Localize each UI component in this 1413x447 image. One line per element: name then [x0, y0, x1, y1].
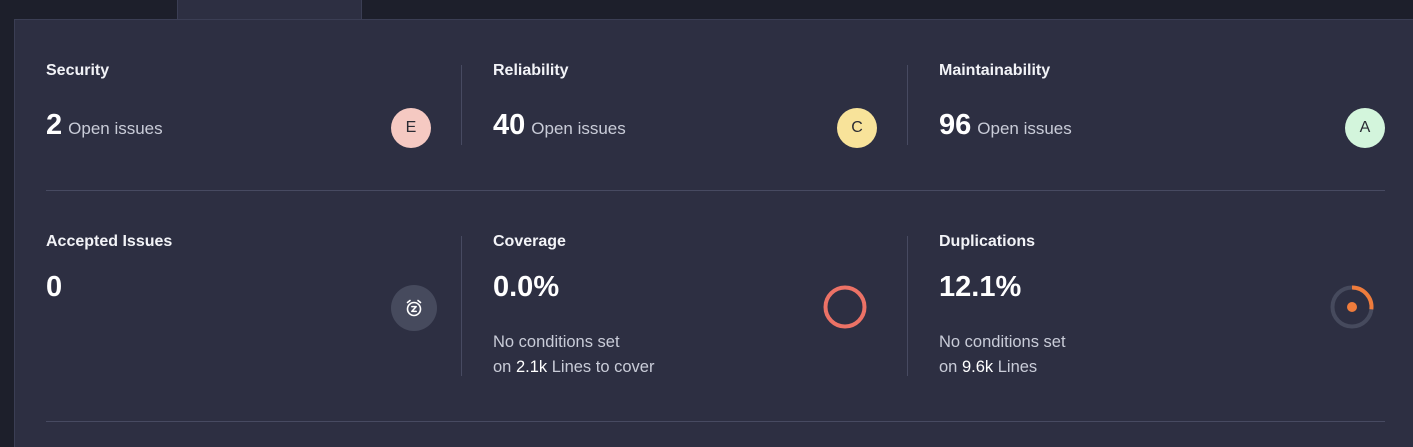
maintainability-label: Open issues	[977, 119, 1072, 138]
reliability-grade-badge[interactable]: C	[837, 108, 877, 148]
divider	[907, 65, 908, 145]
divider	[461, 65, 462, 145]
duplications-conditions: No conditions set	[939, 333, 1066, 351]
duplications-lines-line: on 9.6k Lines	[939, 355, 1037, 380]
accepted-issues-title: Accepted Issues	[46, 233, 173, 250]
reliability-count[interactable]: 40	[493, 109, 525, 141]
coverage-suffix: Lines to cover	[551, 358, 655, 376]
maintainability-title: Maintainability	[939, 62, 1051, 79]
coverage-lines-amount[interactable]: 2.1k	[516, 358, 547, 376]
reliability-card[interactable]: Reliability 40 Open issues C	[493, 62, 883, 152]
maintainability-count[interactable]: 96	[939, 109, 971, 141]
divider	[907, 236, 908, 376]
reliability-count-line[interactable]: 40 Open issues	[493, 109, 626, 142]
coverage-lines-line: on 2.1k Lines to cover	[493, 355, 654, 380]
duplications-suffix: Lines	[997, 358, 1038, 376]
security-card[interactable]: Security 2 Open issues E	[46, 62, 436, 152]
active-tab[interactable]	[177, 0, 362, 21]
coverage-card[interactable]: Coverage 0.0% No conditions set on 2.1k …	[493, 233, 883, 383]
maintainability-grade-badge[interactable]: A	[1345, 108, 1385, 148]
duplications-value[interactable]: 12.1%	[939, 271, 1021, 304]
accepted-issues-value[interactable]: 0	[46, 271, 62, 304]
row-divider	[46, 421, 1385, 422]
duplications-lines-amount[interactable]: 9.6k	[962, 358, 993, 376]
alarm-snooze-icon	[406, 299, 422, 317]
coverage-prefix: on	[493, 358, 512, 376]
row-divider	[46, 190, 1385, 191]
maintainability-count-line[interactable]: 96 Open issues	[939, 109, 1072, 142]
security-label: Open issues	[68, 119, 163, 138]
security-grade-badge[interactable]: E	[391, 108, 431, 148]
coverage-conditions: No conditions set	[493, 333, 620, 351]
security-title: Security	[46, 62, 110, 79]
coverage-title: Coverage	[493, 233, 566, 250]
divider	[461, 236, 462, 376]
security-count[interactable]: 2	[46, 109, 62, 141]
coverage-donut-chart[interactable]	[821, 283, 869, 331]
accepted-issues-card[interactable]: Accepted Issues 0	[46, 233, 441, 383]
reliability-title: Reliability	[493, 62, 569, 79]
duplications-title: Duplications	[939, 233, 1036, 250]
accepted-issues-icon-button[interactable]	[391, 285, 437, 331]
duplications-center-dot	[1347, 302, 1357, 312]
duplications-card[interactable]: Duplications 12.1% No conditions set on …	[939, 233, 1389, 383]
duplications-donut-chart[interactable]	[1328, 283, 1376, 331]
security-count-line[interactable]: 2 Open issues	[46, 109, 163, 142]
maintainability-card[interactable]: Maintainability 96 Open issues A	[939, 62, 1389, 152]
reliability-label: Open issues	[531, 119, 626, 138]
duplications-prefix: on	[939, 358, 958, 376]
coverage-value[interactable]: 0.0%	[493, 271, 559, 304]
